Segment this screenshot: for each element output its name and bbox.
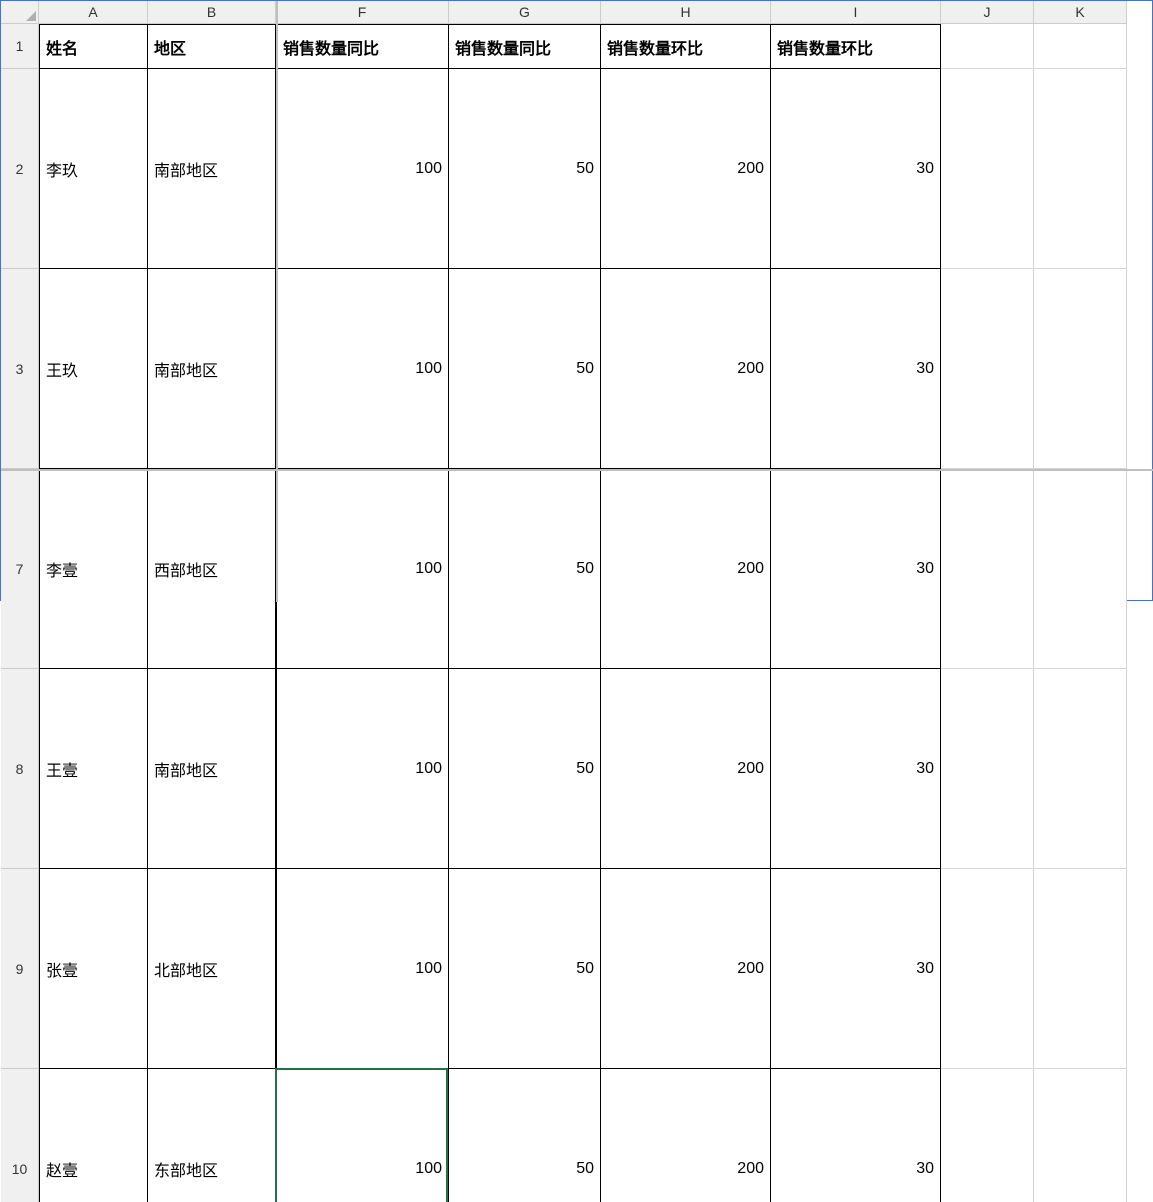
row-header-9[interactable]: 9 xyxy=(1,869,39,1069)
cell[interactable] xyxy=(1034,1069,1127,1202)
row-header-2[interactable]: 2 xyxy=(1,69,39,269)
cell[interactable]: 赵壹 xyxy=(39,1069,148,1202)
cell[interactable] xyxy=(941,269,1034,469)
cell[interactable]: 王玖 xyxy=(39,269,148,469)
cell[interactable]: 东部地区 xyxy=(148,1069,276,1202)
cell[interactable] xyxy=(941,469,1034,669)
cell[interactable] xyxy=(1034,269,1127,469)
row-header-1[interactable]: 1 xyxy=(1,24,39,69)
cell[interactable]: 100 xyxy=(276,869,449,1069)
cell[interactable] xyxy=(941,669,1034,869)
cell[interactable]: 销售数量同比 xyxy=(449,24,601,69)
cell[interactable]: 50 xyxy=(449,469,601,669)
cell[interactable]: 100 xyxy=(276,69,449,269)
cell[interactable]: 南部地区 xyxy=(148,669,276,869)
cell[interactable]: 100 xyxy=(276,669,449,869)
select-all-corner[interactable] xyxy=(1,1,39,24)
cell[interactable] xyxy=(941,24,1034,69)
cell[interactable]: 100 xyxy=(276,269,449,469)
row-header-8[interactable]: 8 xyxy=(1,669,39,869)
cell[interactable]: 姓名 xyxy=(39,24,148,69)
cell[interactable]: 100 xyxy=(276,469,449,669)
cell[interactable]: 南部地区 xyxy=(148,69,276,269)
freeze-line-vertical xyxy=(276,1,278,602)
cell[interactable]: 50 xyxy=(449,69,601,269)
cell[interactable]: 销售数量环比 xyxy=(601,24,771,69)
cell-grid: 姓名地区销售数量同比销售数量同比销售数量环比销售数量环比李玖南部地区100502… xyxy=(39,24,1127,1202)
col-header-G[interactable]: G xyxy=(449,1,601,24)
col-header-A[interactable]: A xyxy=(39,1,148,24)
cell[interactable] xyxy=(941,1069,1034,1202)
cell[interactable]: 200 xyxy=(601,269,771,469)
cell[interactable]: 30 xyxy=(771,269,941,469)
cell[interactable] xyxy=(1034,669,1127,869)
cell[interactable]: 50 xyxy=(449,669,601,869)
cell[interactable] xyxy=(941,69,1034,269)
column-headers: ABFGHIJK xyxy=(39,1,1127,24)
cell[interactable]: 销售数量环比 xyxy=(771,24,941,69)
cell[interactable]: 李玖 xyxy=(39,69,148,269)
cell[interactable]: 50 xyxy=(449,1069,601,1202)
cell[interactable]: 地区 xyxy=(148,24,276,69)
cell[interactable]: 西部地区 xyxy=(148,469,276,669)
cell[interactable] xyxy=(1034,24,1127,69)
row-header-7[interactable]: 7 xyxy=(1,469,39,669)
cell[interactable]: 李壹 xyxy=(39,469,148,669)
cell[interactable] xyxy=(941,869,1034,1069)
cell[interactable]: 200 xyxy=(601,1069,771,1202)
cell[interactable]: 南部地区 xyxy=(148,269,276,469)
cell[interactable]: 30 xyxy=(771,669,941,869)
cell[interactable]: 销售数量同比 xyxy=(276,24,449,69)
col-header-K[interactable]: K xyxy=(1034,1,1127,24)
cell[interactable]: 200 xyxy=(601,669,771,869)
cell[interactable]: 200 xyxy=(601,69,771,269)
col-header-I[interactable]: I xyxy=(771,1,941,24)
col-header-J[interactable]: J xyxy=(941,1,1034,24)
cell[interactable]: 30 xyxy=(771,469,941,669)
row-headers: 12378910111213141516 xyxy=(1,24,39,1202)
cell[interactable]: 30 xyxy=(771,1069,941,1202)
cell[interactable] xyxy=(1034,869,1127,1069)
cell[interactable] xyxy=(1034,69,1127,269)
cell[interactable]: 王壹 xyxy=(39,669,148,869)
cell[interactable]: 50 xyxy=(449,269,601,469)
cell[interactable]: 张壹 xyxy=(39,869,148,1069)
cell[interactable]: 100 xyxy=(276,1069,449,1202)
row-header-3[interactable]: 3 xyxy=(1,269,39,469)
cell[interactable]: 200 xyxy=(601,869,771,1069)
col-header-F[interactable]: F xyxy=(276,1,449,24)
cell[interactable] xyxy=(1034,469,1127,669)
col-header-H[interactable]: H xyxy=(601,1,771,24)
cell[interactable]: 30 xyxy=(771,69,941,269)
cell[interactable]: 50 xyxy=(449,869,601,1069)
cell[interactable]: 200 xyxy=(601,469,771,669)
cell[interactable]: 30 xyxy=(771,869,941,1069)
col-header-B[interactable]: B xyxy=(148,1,276,24)
cell[interactable]: 北部地区 xyxy=(148,869,276,1069)
freeze-line-horizontal xyxy=(1,469,1153,471)
row-header-10[interactable]: 10 xyxy=(1,1069,39,1202)
